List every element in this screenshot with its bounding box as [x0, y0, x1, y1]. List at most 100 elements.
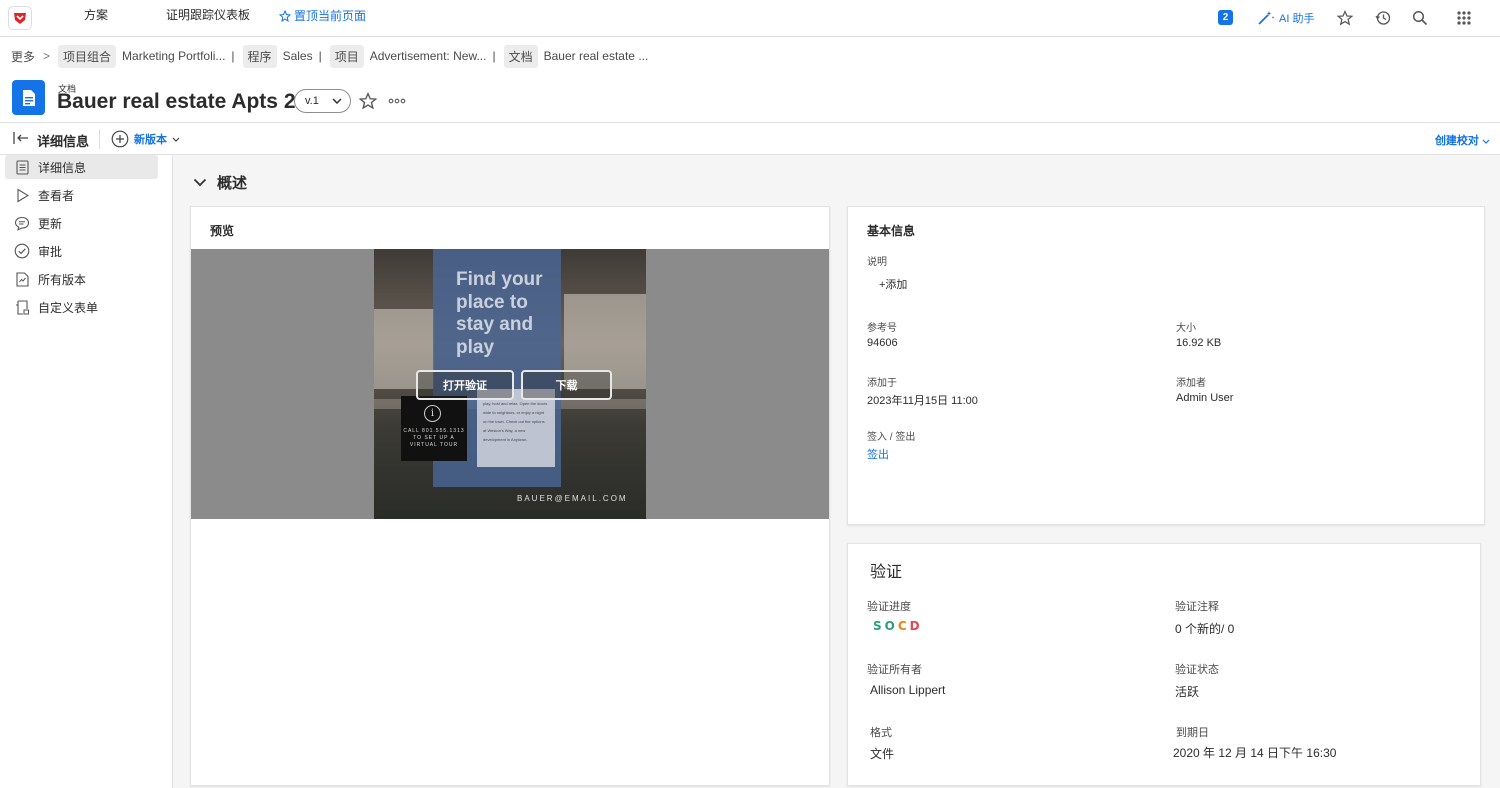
progress-letter-s: S	[873, 619, 885, 633]
proof-card: 验证 验证进度 SOCD 验证注释 0 个新的/ 0 验证所有者 Allison…	[847, 543, 1481, 786]
nav-item-all-versions[interactable]: 所有版本	[5, 267, 158, 291]
added-on-value: 2023年11月15日 11:00	[867, 395, 978, 407]
nav-item-viewers[interactable]: 查看者	[5, 183, 158, 207]
add-circle-icon	[111, 130, 129, 148]
create-proof-label: 创建校对	[1434, 135, 1479, 147]
chevron-down-icon	[1482, 139, 1490, 144]
proof-progress-indicator: SOCD	[873, 619, 923, 633]
nav-item-label: 查看者	[38, 188, 75, 203]
nav-item-label: 自定义表单	[38, 300, 99, 315]
comment-icon	[14, 215, 30, 231]
document-icon	[14, 159, 30, 175]
proof-owner-label: 验证所有者	[867, 664, 922, 676]
version-select[interactable]: v.1	[294, 89, 351, 113]
reference-number-value: 94606	[867, 337, 898, 349]
overview-title: 概述	[217, 175, 248, 192]
pin-page-label: 置顶当前页面	[294, 9, 367, 23]
download-button[interactable]: 下载	[521, 370, 612, 400]
preview-area: Find your place to stay and play play, h…	[191, 249, 829, 519]
form-icon	[14, 299, 30, 315]
versions-icon	[14, 271, 30, 287]
checkout-link[interactable]: 签出	[867, 446, 889, 462]
proof-title: 验证	[870, 564, 903, 581]
new-version-button[interactable]: 新版本	[111, 130, 180, 148]
progress-letter-c: C	[897, 619, 910, 633]
breadcrumb-document-link[interactable]: Bauer real estate ...	[544, 49, 649, 63]
breadcrumb-separator: |	[492, 49, 496, 63]
nav-item-updates[interactable]: 更新	[5, 211, 158, 235]
poster-email: BAUER@EMAIL.COM	[517, 494, 628, 503]
create-proof-button[interactable]: 创建校对	[1435, 132, 1490, 148]
chevron-down-icon	[332, 98, 342, 104]
notification-badge[interactable]: 2	[1218, 10, 1233, 25]
top-navigation-bar: 方案 证明跟踪仪表板 置顶当前页面 2 AI 助手	[0, 0, 1500, 37]
new-version-label: 新版本	[134, 134, 167, 146]
description-label: 说明	[867, 257, 887, 268]
poster-infobox: play, host and relax. Open the doors wid…	[477, 389, 555, 467]
chevron-right-icon: >	[43, 49, 51, 63]
check-circle-icon	[14, 243, 30, 259]
added-by-value: Admin User	[1176, 392, 1234, 404]
info-icon: i	[424, 405, 441, 422]
overview-section-toggle[interactable]: 概述	[193, 172, 247, 193]
pin-page-button[interactable]: 置顶当前页面	[279, 7, 366, 24]
breadcrumb-separator: |	[231, 49, 235, 63]
page-title: Bauer real estate Apts 2	[57, 90, 296, 113]
object-header: 文档 Bauer real estate Apts 2 v.1	[0, 75, 1500, 123]
more-options-icon[interactable]	[387, 91, 407, 111]
proof-format-value: 文件	[870, 747, 895, 761]
preview-card: 预览 Find your place to stay and play play…	[190, 206, 830, 786]
chevron-down-icon	[172, 137, 180, 142]
breadcrumb-project-link[interactable]: Advertisement: New...	[370, 49, 487, 63]
proof-comments-label: 验证注释	[1175, 601, 1219, 613]
nav-plans[interactable]: 方案	[84, 6, 108, 23]
app-grid-icon[interactable]	[1455, 9, 1473, 27]
document-type-icon	[12, 80, 45, 115]
proof-deadline-label: 到期日	[1176, 727, 1209, 739]
nav-item-label: 所有版本	[38, 272, 87, 287]
breadcrumb-program-link[interactable]: Sales	[283, 49, 313, 63]
toolbar-divider	[99, 129, 100, 149]
open-proof-button[interactable]: 打开验证	[416, 370, 514, 400]
play-icon	[14, 187, 30, 203]
favorites-star-icon[interactable]	[1336, 9, 1354, 27]
favorite-star-icon[interactable]	[358, 91, 378, 111]
nav-item-label: 审批	[38, 244, 63, 259]
breadcrumb-type-program: 程序	[242, 44, 277, 68]
basic-info-title: 基本信息	[867, 224, 916, 238]
version-value: v.1	[305, 95, 319, 107]
collapse-panel-icon[interactable]	[13, 131, 29, 148]
progress-letter-d: D	[909, 619, 923, 633]
poster-tagline: Find your place to stay and play	[456, 269, 543, 358]
size-value: 16.92 KB	[1176, 337, 1222, 349]
breadcrumb-more[interactable]: 更多	[11, 48, 35, 65]
pin-icon	[279, 9, 291, 22]
breadcrumb-portfolio-link[interactable]: Marketing Portfoli...	[122, 49, 225, 63]
nav-item-custom-forms[interactable]: 自定义表单	[5, 295, 158, 319]
nav-item-approvals[interactable]: 审批	[5, 239, 158, 263]
ai-assistant-button[interactable]: AI 助手	[1257, 10, 1314, 26]
proof-status-value: 活跃	[1175, 685, 1200, 699]
proof-progress-label: 验证进度	[867, 601, 911, 613]
left-navigation: 详细信息 查看者 更新 审批 所有版本 自定义表单	[0, 155, 173, 788]
checkin-checkout-label: 签入 / 签出	[867, 432, 916, 443]
nav-item-details[interactable]: 详细信息	[5, 155, 158, 179]
nav-proof-dashboard[interactable]: 证明跟踪仪表板	[166, 6, 250, 23]
preview-title: 预览	[210, 224, 235, 238]
size-label: 大小	[1176, 323, 1196, 334]
nav-item-label: 更新	[38, 216, 63, 231]
proof-status-label: 验证状态	[1175, 664, 1219, 676]
details-toolbar: 详细信息 新版本 创建校对	[0, 123, 1500, 155]
progress-letter-o: O	[884, 619, 898, 633]
panel-title: 详细信息	[37, 134, 90, 149]
chevron-down-icon	[193, 178, 207, 187]
breadcrumb-type-portfolio: 项目组合	[58, 44, 117, 68]
breadcrumb-type-project: 项目	[329, 44, 364, 68]
sparkle-wand-icon	[1258, 11, 1275, 25]
proof-deadline-value: 2020 年 12 月 14 日下午 16:30	[1173, 746, 1337, 760]
search-icon[interactable]	[1411, 9, 1429, 27]
workfront-logo-icon[interactable]	[8, 6, 32, 30]
recent-history-icon[interactable]	[1374, 9, 1392, 27]
proof-owner-value: Allison Lippert	[870, 683, 946, 697]
add-description-button[interactable]: +添加	[879, 276, 907, 292]
